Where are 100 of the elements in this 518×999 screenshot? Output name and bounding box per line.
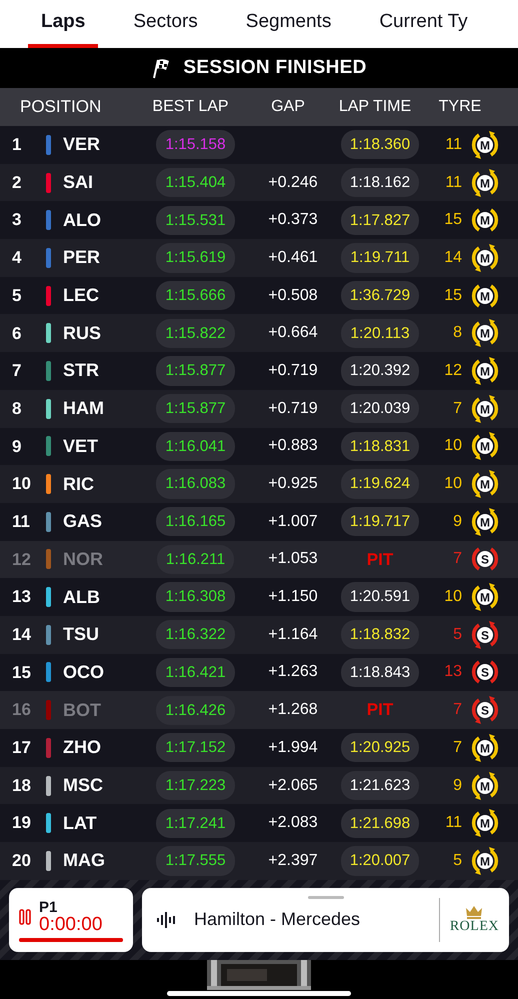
standings-row[interactable]: 17 ZHO 1:17.152 +1.994 1:20.925 7 M: [0, 729, 518, 767]
tab[interactable]: Sectors: [120, 0, 211, 48]
standings-row[interactable]: 2 SAI 1:15.404 +0.246 1:18.162 11 M: [0, 164, 518, 202]
best-lap-time: 1:16.211: [156, 544, 234, 574]
audio-wave-icon: [156, 910, 178, 929]
driver-code: ZHO: [63, 737, 101, 758]
tyre-laps: 11: [445, 174, 462, 191]
driver-code: BOT: [63, 700, 101, 720]
gap-time: +1.007: [268, 512, 318, 530]
gap-time: +0.246: [268, 174, 318, 191]
best-lap-time: 1:16.083: [156, 469, 235, 499]
standings-row[interactable]: 4 PER 1:15.619 +0.461 1:19.711 14 M: [0, 239, 518, 277]
gap-time: +1.268: [268, 701, 318, 718]
tab[interactable]: Segments: [232, 0, 344, 48]
tyre-laps: 10: [444, 475, 462, 492]
standings-row[interactable]: 19 LAT 1:17.241 +2.083 1:21.698 11 M: [0, 804, 518, 842]
driver-code: GAS: [63, 511, 102, 532]
best-lap-time: 1:15.877: [156, 394, 235, 424]
tyre-laps: 11: [445, 814, 462, 832]
tyre-laps: 5: [453, 626, 462, 643]
standings-row[interactable]: 8 HAM 1:15.877 +0.719 1:20.039 7 M: [0, 390, 518, 428]
driver-code: ALO: [63, 210, 101, 230]
standings-row[interactable]: 7 STR 1:15.877 +0.719 1:20.392 12 M: [0, 352, 518, 390]
tyre-laps: 7: [453, 550, 462, 568]
standings-row[interactable]: 9 VET 1:16.041 +0.883 1:18.831 10 M: [0, 428, 518, 466]
tyre-laps: 7: [453, 738, 462, 756]
best-lap-time: 1:16.421: [156, 658, 235, 688]
position-number: 15: [12, 662, 31, 682]
standings-row[interactable]: 14 TSU 1:16.322 +1.164 1:18.832 5 S: [0, 616, 518, 654]
gap-time: +1.164: [268, 626, 318, 643]
lap-time: 1:20.591: [340, 582, 420, 612]
tyre-laps: 15: [444, 286, 462, 304]
standings-row[interactable]: 20 MAG 1:17.555 +2.397 1:20.007 5 M: [0, 842, 518, 880]
position-number: 3: [12, 210, 22, 230]
standings-row[interactable]: 6 RUS 1:15.822 +0.664 1:20.113 8 M: [0, 314, 518, 352]
standings-row[interactable]: 1 VER 1:15.158 1:18.360 11 M: [0, 126, 518, 164]
standings-row[interactable]: 18 MSC 1:17.223 +2.065 1:21.623 9 M: [0, 766, 518, 804]
gap-time: +0.664: [268, 324, 318, 342]
timer-card[interactable]: P1 0:00:00: [9, 888, 133, 952]
gap-time: +0.508: [268, 286, 318, 304]
driver-code: RUS: [63, 322, 102, 343]
driver-code: STR: [63, 360, 99, 380]
crown-icon: [465, 905, 484, 920]
position-number: 12: [12, 550, 31, 569]
sponsor-logo: ROLEX: [450, 919, 499, 934]
position-number: 16: [12, 700, 31, 720]
best-lap-time: 1:15.158: [156, 130, 235, 160]
position-number: 19: [12, 813, 31, 832]
gap-time: +1.994: [268, 738, 318, 756]
position-number: 17: [12, 738, 31, 758]
lap-time: 1:20.113: [341, 318, 419, 348]
standings-row[interactable]: 3 ALO 1:15.531 +0.373 1:17.827 15 M: [0, 201, 518, 240]
driver-code: VET: [63, 436, 98, 456]
position-number: 13: [12, 587, 31, 606]
standings-row[interactable]: 10 RIC 1:16.083 +0.925 1:19.624 10 M: [0, 465, 518, 503]
lap-time: 1:20.039: [340, 394, 420, 424]
best-lap-time: 1:17.223: [156, 770, 235, 800]
best-lap-time: 1:15.877: [156, 356, 235, 386]
standings-row[interactable]: 11 GAS 1:16.165 +1.007 1:19.717 9 M: [0, 502, 518, 541]
gap-time: +0.719: [268, 362, 318, 379]
column-header: LAP TIME: [338, 97, 412, 117]
standings-row[interactable]: 15 OCO 1:16.421 +1.263 1:18.843 13 S: [0, 654, 518, 692]
driver-code: ALB: [63, 586, 100, 607]
column-header: GAP: [271, 98, 305, 115]
best-lap-time: 1:16.041: [156, 432, 235, 461]
elapsed-time: 0:00:00: [39, 914, 102, 935]
tyre-laps: 12: [444, 362, 462, 379]
lap-time: 1:20.007: [340, 846, 420, 876]
gap-time: +2.065: [268, 776, 318, 794]
lap-time: 1:21.698: [340, 808, 420, 838]
best-lap-time: 1:17.152: [156, 733, 235, 762]
gap-time: +2.083: [268, 814, 318, 832]
position-number: 20: [12, 851, 31, 870]
driver-code: TSU: [63, 624, 99, 644]
tyre-laps: 5: [453, 852, 462, 869]
driver-code: MSC: [63, 775, 103, 796]
lap-time: 1:18.832: [340, 620, 420, 650]
drag-handle[interactable]: [308, 896, 344, 899]
tyre-laps: 7: [453, 701, 462, 718]
position-number: 7: [12, 361, 22, 380]
standings-row[interactable]: 5 LEC 1:15.666 +0.508 1:36.729 15 M: [0, 276, 518, 314]
best-lap-time: 1:16.426: [156, 696, 235, 725]
lap-time: 1:36.729: [340, 280, 420, 310]
tyre-laps: 10: [444, 588, 462, 606]
driver-code: RIC: [63, 474, 94, 494]
standings-row[interactable]: 12 NOR 1:16.211 +1.053 PIT 7 S: [0, 540, 518, 578]
pause-icon[interactable]: [19, 909, 31, 926]
lap-time: 1:18.360: [340, 130, 420, 160]
standings-row[interactable]: 16 BOT 1:16.426 +1.268 PIT 7 S: [0, 691, 518, 729]
tab[interactable]: Current Ty: [366, 0, 481, 48]
best-lap-time: 1:17.555: [156, 846, 235, 876]
gap-time: +0.883: [268, 437, 318, 454]
tyre-laps: 11: [445, 136, 462, 153]
standings-row[interactable]: 13 ALB 1:16.308 +1.150 1:20.591 10 M: [0, 578, 518, 616]
driver-code: OCO: [63, 662, 104, 682]
lap-time: 1:18.843: [340, 658, 420, 688]
best-lap-time: 1:15.531: [156, 206, 235, 235]
home-indicator[interactable]: [167, 990, 351, 996]
audio-card[interactable]: Hamilton - Mercedes ROLEX: [142, 888, 509, 952]
lap-time: 1:20.925: [340, 733, 420, 762]
